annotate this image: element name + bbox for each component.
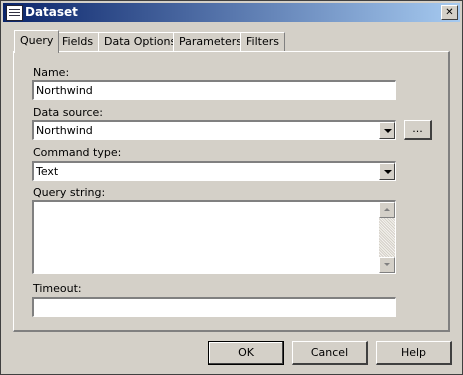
tab-parameters[interactable]: Parameters: [173, 32, 248, 51]
tab-fields[interactable]: Fields: [56, 32, 100, 51]
timeout-input[interactable]: [32, 297, 396, 317]
scroll-up-arrow-icon[interactable]: [379, 202, 395, 218]
tab-query[interactable]: Query: [14, 30, 60, 53]
chevron-down-icon[interactable]: [379, 163, 395, 180]
name-input[interactable]: Northwind: [32, 80, 396, 100]
ok-button[interactable]: OK: [208, 341, 284, 365]
help-button[interactable]: Help: [376, 341, 452, 365]
cancel-button[interactable]: Cancel: [292, 341, 368, 365]
browse-data-source-button[interactable]: ...: [404, 120, 432, 140]
data-source-label: Data source:: [33, 106, 103, 119]
query-string-label: Query string:: [33, 186, 106, 199]
name-label: Name:: [33, 66, 70, 79]
tab-filters[interactable]: Filters: [240, 32, 285, 51]
window-title: Dataset: [25, 5, 78, 19]
scroll-down-arrow-icon[interactable]: [379, 257, 395, 273]
dataset-table-icon: [6, 5, 23, 21]
command-type-label: Command type:: [33, 146, 122, 159]
chevron-down-icon[interactable]: [379, 122, 395, 139]
close-button[interactable]: ✕: [441, 5, 458, 20]
command-type-select[interactable]: Text: [32, 161, 396, 181]
query-string-scrollbar[interactable]: [379, 202, 395, 273]
close-icon: ✕: [445, 7, 454, 18]
tab-data-options[interactable]: Data Options: [98, 32, 183, 51]
data-source-select[interactable]: Northwind: [32, 120, 396, 140]
title-bar[interactable]: Dataset ✕: [3, 3, 460, 22]
query-string-textarea[interactable]: [32, 200, 396, 274]
timeout-label: Timeout:: [33, 282, 82, 295]
